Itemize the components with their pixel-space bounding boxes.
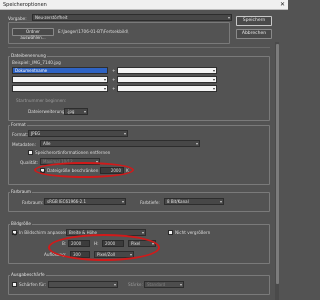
color-profile-dropdown[interactable]: sRGB IEC61966-2.1 bbox=[44, 198, 126, 205]
remove-location-checkbox[interactable] bbox=[28, 150, 33, 155]
color-depth-label: Farbtiefe: bbox=[140, 200, 160, 205]
limit-size-unit: K bbox=[126, 168, 129, 173]
height-input[interactable]: 2000 bbox=[102, 240, 124, 247]
color-space-title: Farbraum bbox=[10, 189, 32, 194]
scrollbar[interactable] bbox=[275, 42, 279, 300]
naming-token-6[interactable] bbox=[117, 85, 217, 92]
sharpen-checkbox[interactable] bbox=[12, 282, 17, 287]
window-title: Speicheroptionen bbox=[3, 2, 47, 8]
example-value: _IMG_7140.jpg bbox=[30, 60, 61, 65]
fit-screen-label: In Bildschirm anpassen: bbox=[19, 230, 69, 235]
no-enlarge-checkbox[interactable] bbox=[168, 230, 173, 235]
sharpen-label: Schärfen für: bbox=[19, 282, 47, 287]
no-enlarge-label: Nicht vergrößern bbox=[175, 230, 211, 235]
limit-size-label: Dateigröße beschränken auf: bbox=[47, 168, 108, 173]
extension-label: Dateierweiterung: bbox=[28, 109, 66, 114]
naming-token-4[interactable] bbox=[117, 76, 217, 83]
separator bbox=[8, 47, 270, 48]
start-number-label: Startnummer beginnen: bbox=[16, 98, 67, 103]
amount-label: Stärke: bbox=[128, 282, 143, 287]
color-depth-dropdown[interactable]: 8 Bit/Kanal bbox=[164, 198, 224, 205]
width-input[interactable]: 2000 bbox=[68, 240, 90, 247]
file-naming-title: Dateibenennung bbox=[10, 53, 47, 58]
plus-icon: + bbox=[112, 86, 116, 91]
size-unit-dropdown[interactable]: Pixel bbox=[128, 240, 156, 247]
naming-token-3[interactable] bbox=[12, 76, 108, 83]
folder-path: E:\Jaeger\1706-01-BT\Fertsekbild\ bbox=[58, 29, 129, 34]
color-profile-label: Farbraum: bbox=[22, 200, 44, 205]
limit-size-checkbox[interactable] bbox=[40, 168, 45, 173]
output-sharpening-title: Ausgabeschärfe bbox=[10, 272, 46, 277]
save-button[interactable]: Speichern bbox=[236, 16, 272, 26]
naming-token-2[interactable] bbox=[117, 67, 217, 74]
example-label: Beispiel: bbox=[12, 60, 30, 65]
width-label: B: bbox=[62, 241, 67, 246]
format-title: Format bbox=[10, 122, 27, 127]
sharpen-target-dropdown[interactable] bbox=[48, 281, 118, 288]
metadata-label: Metadaten: bbox=[12, 142, 36, 147]
quality-label: Qualität: bbox=[20, 160, 39, 165]
choose-folder-button[interactable]: Ordner auswählen... bbox=[12, 28, 54, 40]
resolution-label: Auflösung: bbox=[44, 252, 67, 257]
naming-token-5[interactable] bbox=[12, 85, 108, 92]
preset-label: Vorgabe: bbox=[8, 16, 27, 21]
height-label: H: bbox=[94, 241, 99, 246]
resolution-input[interactable]: 300 bbox=[70, 251, 90, 258]
format-dropdown[interactable]: JPEG bbox=[28, 130, 128, 137]
limit-size-input[interactable]: 2000 bbox=[100, 167, 124, 174]
remove-location-label: Speicherortinformationen entfernen bbox=[35, 150, 111, 155]
scrollbar-thumb[interactable] bbox=[275, 44, 279, 284]
resolution-unit-dropdown[interactable]: Pixel/Zoll bbox=[94, 251, 134, 258]
metadata-dropdown[interactable]: Alle bbox=[40, 140, 200, 147]
quality-dropdown[interactable]: Maximal 10/12 bbox=[40, 158, 100, 165]
close-icon[interactable]: ✕ bbox=[280, 1, 285, 8]
cancel-button[interactable]: Abbrechen bbox=[236, 29, 272, 39]
image-size-title: Bildgröße bbox=[10, 221, 32, 226]
format-label: Format: bbox=[12, 132, 29, 137]
fit-mode-dropdown[interactable]: Breite & Höhe bbox=[66, 229, 146, 236]
preset-dropdown[interactable]: Neu-zerstörfheit bbox=[32, 14, 232, 21]
extension-dropdown[interactable]: .jpg bbox=[64, 108, 88, 115]
plus-icon: + bbox=[112, 77, 116, 82]
dialog-body: Vorgabe: Neu-zerstörfheit Speichern Abbr… bbox=[4, 12, 280, 300]
amount-dropdown[interactable]: Standard bbox=[144, 281, 184, 288]
plus-icon: + bbox=[112, 68, 116, 73]
naming-token-1[interactable]: Dokumentname bbox=[12, 67, 108, 74]
fit-screen-checkbox[interactable] bbox=[12, 230, 17, 235]
title-bar: Speicheroptionen ✕ bbox=[0, 0, 288, 10]
